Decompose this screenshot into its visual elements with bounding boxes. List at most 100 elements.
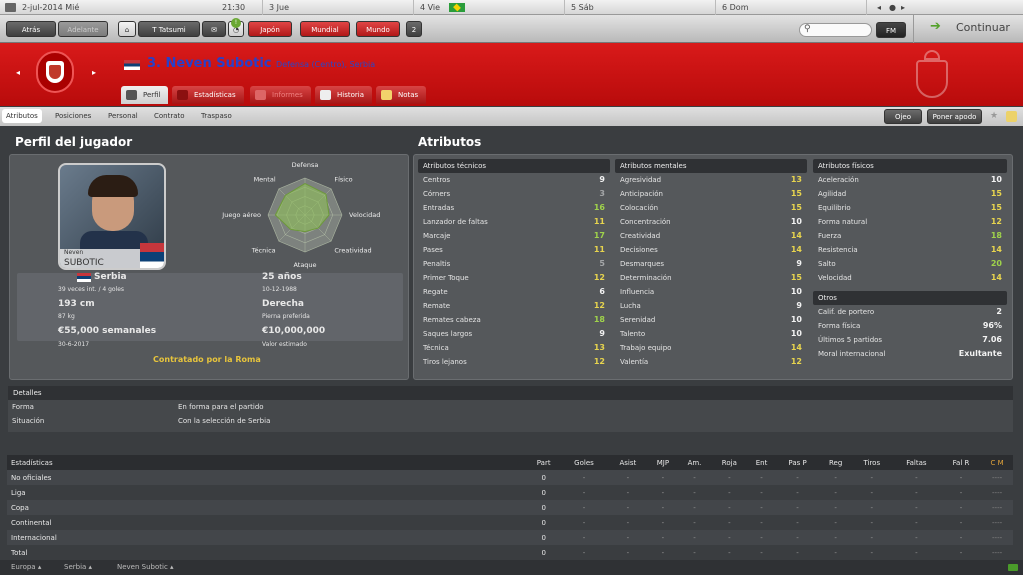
calendar-day[interactable]: 3 Jue	[262, 0, 412, 15]
scout-button[interactable]: Ojeo	[884, 109, 922, 124]
attribute-row[interactable]: Trabajo equipo 14	[615, 341, 807, 355]
stat-column-header[interactable]: Goles	[560, 455, 607, 470]
stat-column-header[interactable]: Asist	[608, 455, 648, 470]
attribute-row[interactable]: Penaltis 5	[418, 257, 610, 271]
stat-row[interactable]: Continental 0- - - - - - - - - - - ----	[7, 515, 1013, 530]
subnav-atributos[interactable]: Atributos	[2, 109, 42, 123]
attribute-row[interactable]: Saques largos 9	[418, 327, 610, 341]
calendar-day[interactable]: 4 Vie	[413, 0, 563, 15]
tab-historia[interactable]: Historia	[315, 86, 372, 104]
back-button[interactable]: Atrás	[6, 21, 56, 37]
attribute-row[interactable]: Entradas 16	[418, 201, 610, 215]
attribute-row[interactable]: Remates cabeza 18	[418, 313, 610, 327]
next-icon[interactable]: ▸	[901, 0, 905, 15]
attribute-row[interactable]: Marcaje 17	[418, 229, 610, 243]
attribute-row[interactable]: Agilidad 15	[813, 187, 1007, 201]
star-icon[interactable]: ★	[990, 107, 998, 126]
attribute-row[interactable]: Concentración 10	[615, 215, 807, 229]
attribute-row[interactable]: Equilibrio 15	[813, 201, 1007, 215]
fm-menu-button[interactable]: FM	[876, 22, 906, 38]
continue-button[interactable]: ➔ Continuar	[913, 15, 1023, 43]
stat-row[interactable]: Liga 0- - - - - - - - - - - ----	[7, 485, 1013, 500]
help-button[interactable]: 2	[406, 21, 422, 37]
attribute-row[interactable]: Calif. de portero 2	[813, 305, 1007, 319]
attribute-row[interactable]: Forma física 96%	[813, 319, 1007, 333]
stat-row[interactable]: Total 0- - - - - - - - - - - ----	[7, 545, 1013, 560]
stat-column-header[interactable]: Tiros	[852, 455, 892, 470]
attribute-row[interactable]: Pases 11	[418, 243, 610, 257]
attribute-row[interactable]: Fuerza 18	[813, 229, 1007, 243]
subnav-traspaso[interactable]: Traspaso	[201, 107, 232, 126]
note-edit-icon[interactable]	[1006, 111, 1017, 122]
stat-column-header[interactable]: Pas P	[776, 455, 820, 470]
attribute-row[interactable]: Valentía 12	[615, 355, 807, 369]
menu-mundo[interactable]: Mundo	[356, 21, 400, 37]
current-date-cell[interactable]: 2-jul-2014 Mié 21:30	[0, 0, 260, 15]
subnav-contrato[interactable]: Contrato	[154, 107, 185, 126]
stat-column-header[interactable]: Ent	[748, 455, 776, 470]
stat-column-header[interactable]: Part	[527, 455, 560, 470]
breadcrumb-player[interactable]: Neven Subotic ▴	[117, 563, 174, 571]
stat-column-header[interactable]: Reg	[820, 455, 852, 470]
attribute-row[interactable]: Anticipación 15	[615, 187, 807, 201]
calendar-day[interactable]: 5 Sáb	[564, 0, 714, 15]
today-dot-icon[interactable]: ●	[889, 0, 896, 15]
home-icon[interactable]: ⌂	[118, 21, 136, 37]
tab-perfil[interactable]: Perfil	[121, 86, 168, 104]
stat-row[interactable]: No oficiales 0- - - - - - - - - - - ----	[7, 470, 1013, 485]
forward-button[interactable]: Adelante	[58, 21, 108, 37]
next-player-icon[interactable]: ▸	[92, 68, 96, 77]
attribute-row[interactable]: Tiros lejanos 12	[418, 355, 610, 369]
subnav-personal[interactable]: Personal	[108, 107, 138, 126]
breadcrumb-serbia[interactable]: Serbia ▴	[64, 563, 92, 571]
nickname-button[interactable]: Poner apodo	[927, 109, 982, 124]
manager-button[interactable]: T Tatsumi	[138, 21, 200, 37]
attribute-row[interactable]: Regate 6	[418, 285, 610, 299]
breadcrumb-europa[interactable]: Europa ▴	[11, 563, 41, 571]
attribute-row[interactable]: Últimos 5 partidos 7.06	[813, 333, 1007, 347]
subnav-posiciones[interactable]: Posiciones	[55, 107, 91, 126]
attribute-row[interactable]: Moral internacional Exultante	[813, 347, 1007, 361]
tab-estadisticas[interactable]: Estadísticas	[172, 86, 244, 104]
attribute-row[interactable]: Talento 10	[615, 327, 807, 341]
stat-row[interactable]: Copa 0- - - - - - - - - - - ----	[7, 500, 1013, 515]
prev-player-icon[interactable]: ◂	[16, 68, 20, 77]
attribute-row[interactable]: Lucha 9	[615, 299, 807, 313]
menu-mundial[interactable]: Mundial	[300, 21, 350, 37]
calendar-day[interactable]: 6 Dom	[715, 0, 865, 15]
nation-name[interactable]: Serbia	[94, 272, 127, 282]
stat-column-header[interactable]: MJP	[648, 455, 678, 470]
attribute-row[interactable]: Lanzador de faltas 11	[418, 215, 610, 229]
stat-column-header[interactable]: C M	[981, 455, 1013, 470]
stat-row[interactable]: Internacional 0- - - - - - - - - - - ----	[7, 530, 1013, 545]
attribute-row[interactable]: Resistencia 14	[813, 243, 1007, 257]
menu-japon[interactable]: Japón	[248, 21, 292, 37]
stat-column-header[interactable]: Fal R	[941, 455, 981, 470]
attribute-row[interactable]: Salto 20	[813, 257, 1007, 271]
stat-column-header[interactable]: Faltas	[892, 455, 941, 470]
attribute-row[interactable]: Velocidad 14	[813, 271, 1007, 285]
attribute-row[interactable]: Creatividad 14	[615, 229, 807, 243]
search-input[interactable]: ⚲	[799, 23, 872, 37]
stat-column-header[interactable]: Roja	[711, 455, 747, 470]
attribute-row[interactable]: Técnica 13	[418, 341, 610, 355]
attribute-row[interactable]: Centros 9	[418, 173, 610, 187]
attribute-row[interactable]: Decisiones 14	[615, 243, 807, 257]
tab-informes[interactable]: Informes	[250, 86, 311, 104]
attribute-row[interactable]: Remate 12	[418, 299, 610, 313]
tab-notas[interactable]: Notas	[376, 86, 426, 104]
attribute-row[interactable]: Primer Toque 12	[418, 271, 610, 285]
attribute-row[interactable]: Córners 3	[418, 187, 610, 201]
attribute-row[interactable]: Agresividad 13	[615, 173, 807, 187]
attribute-row[interactable]: Serenidad 10	[615, 313, 807, 327]
attribute-row[interactable]: Colocación 15	[615, 201, 807, 215]
stat-column-header[interactable]: Am.	[678, 455, 711, 470]
calendar-nav[interactable]: ◂ ● ▸	[866, 0, 1023, 15]
mail-icon[interactable]: ✉	[202, 21, 226, 37]
attribute-row[interactable]: Influencia 10	[615, 285, 807, 299]
attribute-row[interactable]: Forma natural 12	[813, 215, 1007, 229]
prev-icon[interactable]: ◂	[877, 0, 881, 15]
attribute-row[interactable]: Determinación 15	[615, 271, 807, 285]
attribute-row[interactable]: Aceleración 10	[813, 173, 1007, 187]
attribute-row[interactable]: Desmarques 9	[615, 257, 807, 271]
